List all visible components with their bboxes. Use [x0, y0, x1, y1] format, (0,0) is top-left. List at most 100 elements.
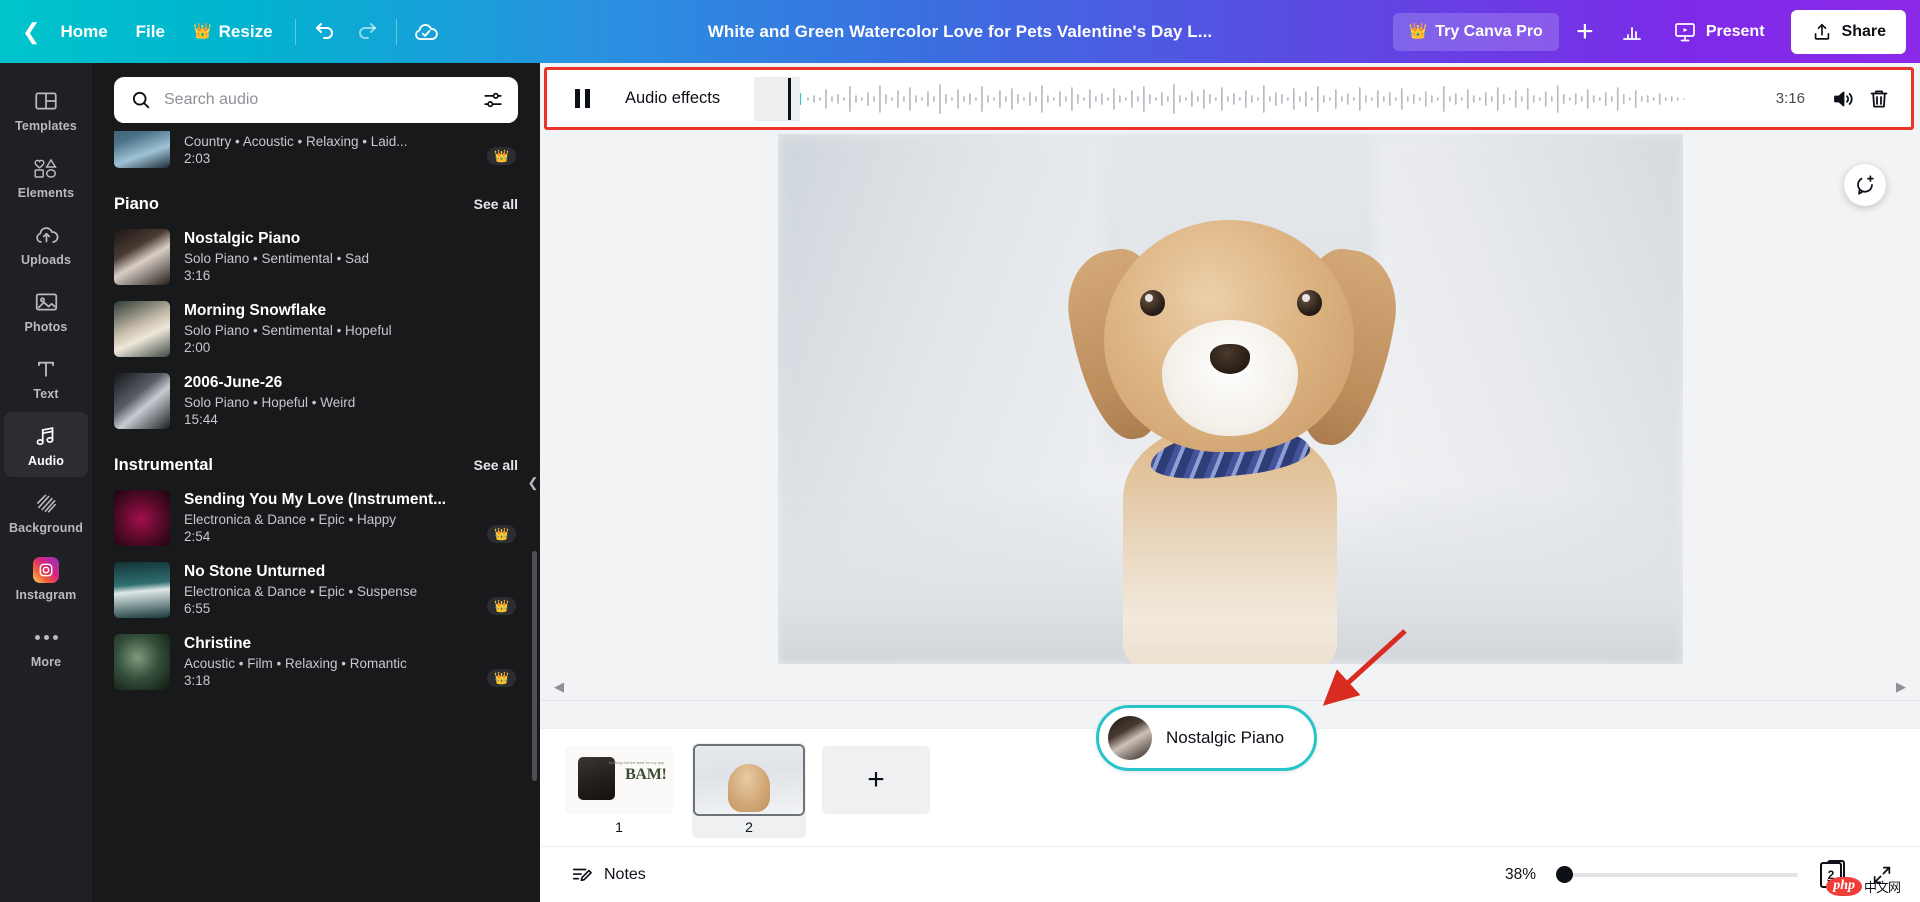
zoom-slider-knob[interactable]	[1556, 866, 1573, 883]
redo-button[interactable]	[346, 11, 388, 53]
track-meta: 2006-June-26 Solo Piano • Hopeful • Weir…	[184, 373, 518, 429]
page1-headline: BAM!	[625, 766, 666, 784]
home-button[interactable]: Home	[46, 13, 121, 51]
next-page-arrow-icon[interactable]: ▶	[1896, 679, 1906, 695]
audio-panel: Epic Station Country • Acoustic • Relaxi…	[92, 63, 540, 902]
instagram-glyph	[38, 562, 54, 578]
page-number: 2	[745, 819, 753, 835]
page-thumbnail-image	[695, 746, 803, 814]
add-page-button[interactable]: +	[822, 746, 930, 814]
sidebar-item-label: Templates	[15, 119, 77, 133]
page-count-button[interactable]: 2	[1812, 858, 1850, 892]
prev-page-arrow-icon[interactable]: ◀	[554, 679, 564, 695]
panel-scrollbar[interactable]	[532, 551, 537, 781]
page-thumbnail-2[interactable]: 2	[692, 743, 806, 838]
waveform-selection	[754, 77, 800, 121]
add-collaborator-button[interactable]: +	[1563, 10, 1607, 54]
sidebar-item-templates[interactable]: Templates	[4, 77, 88, 142]
home-label: Home	[60, 22, 107, 42]
see-all-link-instrumental[interactable]: See all	[474, 457, 518, 473]
search-input[interactable]	[164, 91, 470, 109]
playhead-handle[interactable]	[788, 78, 791, 120]
more-dots-icon	[35, 624, 58, 650]
sidebar-item-label: More	[31, 655, 61, 669]
filter-sliders-icon	[482, 89, 504, 111]
track-thumbnail	[114, 229, 170, 285]
page1-art: Nothing but the best for my pup BAM!	[565, 746, 673, 814]
design-page-canvas[interactable]	[778, 134, 1683, 664]
sidebar-item-elements[interactable]: Elements	[4, 144, 88, 209]
volume-icon	[1831, 87, 1855, 111]
document-title[interactable]: White and Green Watercolor Love for Pets…	[708, 22, 1213, 42]
sidebar-item-more[interactable]: More	[4, 613, 88, 678]
volume-button[interactable]	[1825, 81, 1861, 117]
page-thumbnail-1[interactable]: Nothing but the best for my pup BAM! 1	[562, 743, 676, 838]
top-bar-left-group: ❮ Home File 👑 Resize	[0, 11, 447, 53]
resize-button[interactable]: 👑 Resize	[179, 13, 287, 51]
list-item[interactable]: Sending You My Love (Instrument... Elect…	[114, 483, 518, 555]
pause-button[interactable]	[565, 82, 599, 116]
uploads-cloud-icon	[33, 222, 60, 248]
list-item[interactable]: Epic Station Country • Acoustic • Relaxi…	[114, 131, 518, 177]
track-genre: Electronica & Dance • Epic • Suspense	[184, 584, 518, 599]
fullscreen-button[interactable]	[1864, 858, 1900, 892]
audio-chip-thumbnail	[1108, 716, 1152, 760]
sidebar-item-audio[interactable]: Audio	[4, 412, 88, 477]
bar-chart-icon	[1620, 20, 1644, 44]
sidebar-item-label: Photos	[25, 320, 68, 334]
collapse-panel-button[interactable]: ❮	[525, 455, 540, 511]
back-chevron-icon[interactable]: ❮	[14, 15, 46, 49]
zoom-slider[interactable]	[1556, 866, 1798, 884]
track-genre: Country • Acoustic • Relaxing • Laid...	[184, 134, 518, 149]
waveform-track[interactable]	[754, 77, 1754, 121]
sidebar-item-photos[interactable]: Photos	[4, 278, 88, 343]
track-genre: Solo Piano • Hopeful • Weird	[184, 395, 518, 410]
crown-icon: 👑	[1409, 24, 1428, 39]
track-duration: 2:54	[184, 529, 518, 544]
undo-button[interactable]	[304, 11, 346, 53]
left-sidebar-rail: Templates Elements Uploads	[0, 63, 92, 902]
audio-chip-label: Nostalgic Piano	[1166, 728, 1284, 748]
sidebar-item-label: Instagram	[16, 588, 77, 602]
sidebar-item-background[interactable]: Background	[4, 479, 88, 544]
audio-duration: 3:16	[1776, 90, 1805, 107]
sidebar-item-instagram[interactable]: Instagram	[4, 546, 88, 611]
list-item[interactable]: Nostalgic Piano Solo Piano • Sentimental…	[114, 222, 518, 294]
pro-crown-badge: 👑	[487, 597, 516, 615]
track-genre: Acoustic • Film • Relaxing • Romantic	[184, 656, 518, 671]
audio-toolbar-wrapper: Audio effects	[540, 63, 1920, 130]
present-button[interactable]: Present	[1657, 10, 1781, 54]
search-box[interactable]	[114, 77, 518, 123]
notes-button[interactable]: Notes	[560, 857, 657, 893]
canvas-audio-chip[interactable]: Nostalgic Piano	[1096, 705, 1317, 771]
track-name: Morning Snowflake	[184, 302, 518, 320]
pro-crown-badge: 👑	[487, 147, 516, 165]
cloud-saved-button[interactable]	[405, 11, 447, 53]
search-icon	[130, 89, 152, 111]
delete-audio-button[interactable]	[1861, 81, 1897, 117]
list-item[interactable]: Christine Acoustic • Film • Relaxing • R…	[114, 627, 518, 699]
list-item[interactable]: Morning Snowflake Solo Piano • Sentiment…	[114, 294, 518, 366]
audio-effects-button[interactable]: Audio effects	[625, 89, 720, 108]
stats-button[interactable]	[1611, 11, 1653, 53]
resize-label: Resize	[219, 22, 273, 42]
sidebar-item-uploads[interactable]: Uploads	[4, 211, 88, 276]
audio-list-scroll[interactable]: Epic Station Country • Acoustic • Relaxi…	[92, 131, 540, 902]
share-button[interactable]: Share	[1791, 10, 1906, 54]
page-number: 1	[615, 819, 623, 835]
undo-icon	[313, 20, 337, 44]
try-canva-pro-button[interactable]: 👑 Try Canva Pro	[1393, 13, 1559, 51]
page2-dog	[728, 764, 770, 812]
section-header-piano: Piano See all	[114, 177, 518, 222]
list-item[interactable]: 2006-June-26 Solo Piano • Hopeful • Weir…	[114, 366, 518, 438]
sidebar-item-text[interactable]: Text	[4, 345, 88, 410]
section-title: Piano	[114, 195, 159, 214]
audio-search-area	[92, 63, 540, 133]
see-all-link-piano[interactable]: See all	[474, 196, 518, 212]
file-menu-button[interactable]: File	[122, 13, 179, 51]
zoom-level-label: 38%	[1505, 866, 1536, 884]
list-item[interactable]: No Stone Unturned Electronica & Dance • …	[114, 555, 518, 627]
filter-button[interactable]	[482, 89, 504, 111]
add-comment-button[interactable]	[1844, 164, 1886, 206]
track-thumbnail	[114, 634, 170, 690]
